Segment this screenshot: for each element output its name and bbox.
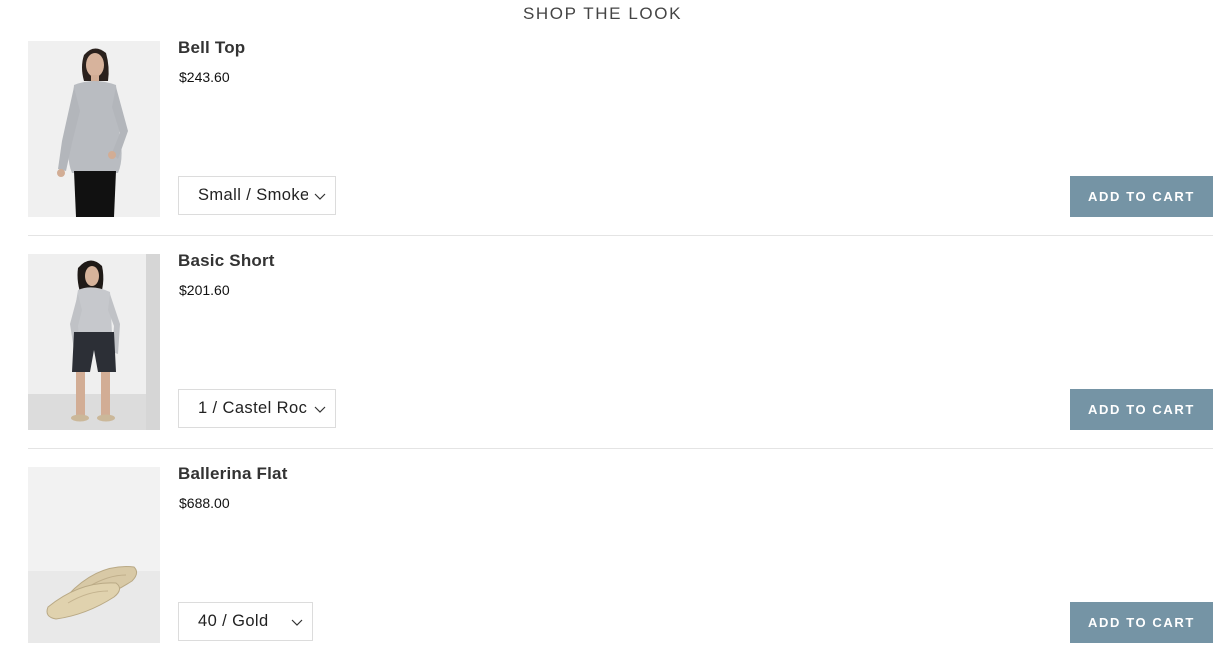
gold-ballet-flats-photo-icon bbox=[28, 467, 160, 643]
product-image[interactable] bbox=[28, 254, 160, 430]
section-title: SHOP THE LOOK bbox=[522, 4, 683, 23]
divider bbox=[28, 448, 1213, 449]
shop-the-look-page: SHOP THE LOOK Bell Top $243.60 Small / S… bbox=[0, 0, 1223, 654]
chevron-down-icon bbox=[314, 406, 326, 413]
model-in-dark-shorts-photo-icon bbox=[28, 254, 160, 430]
product-price: $201.60 bbox=[179, 282, 230, 298]
variant-select[interactable]: Small / Smoke bbox=[178, 176, 336, 215]
variant-value: Small / Smoke bbox=[198, 186, 308, 204]
variant-select[interactable]: 1 / Castel Rock bbox=[178, 389, 336, 428]
product-image[interactable] bbox=[28, 41, 160, 217]
product-price: $688.00 bbox=[179, 495, 230, 511]
product-name[interactable]: Ballerina Flat bbox=[178, 464, 288, 484]
variant-value: 1 / Castel Rock bbox=[198, 399, 308, 417]
product-name[interactable]: Basic Short bbox=[178, 251, 275, 271]
add-to-cart-button[interactable]: ADD TO CART bbox=[1070, 176, 1213, 217]
product-name[interactable]: Bell Top bbox=[178, 38, 245, 58]
add-to-cart-button[interactable]: ADD TO CART bbox=[1070, 389, 1213, 430]
variant-value: 40 / Gold bbox=[198, 612, 269, 630]
add-to-cart-button[interactable]: ADD TO CART bbox=[1070, 602, 1213, 643]
product-row: Basic Short $201.60 1 / Castel Rock ADD … bbox=[28, 251, 1213, 430]
product-image[interactable] bbox=[28, 467, 160, 643]
model-in-grey-top-photo-icon bbox=[28, 41, 160, 217]
product-row: Ballerina Flat $688.00 40 / Gold ADD TO … bbox=[28, 464, 1213, 643]
product-price: $243.60 bbox=[179, 69, 230, 85]
product-row: Bell Top $243.60 Small / Smoke ADD TO CA… bbox=[28, 38, 1213, 217]
chevron-down-icon bbox=[314, 193, 326, 200]
chevron-down-icon bbox=[291, 619, 303, 626]
divider bbox=[28, 235, 1213, 236]
variant-select[interactable]: 40 / Gold bbox=[178, 602, 313, 641]
